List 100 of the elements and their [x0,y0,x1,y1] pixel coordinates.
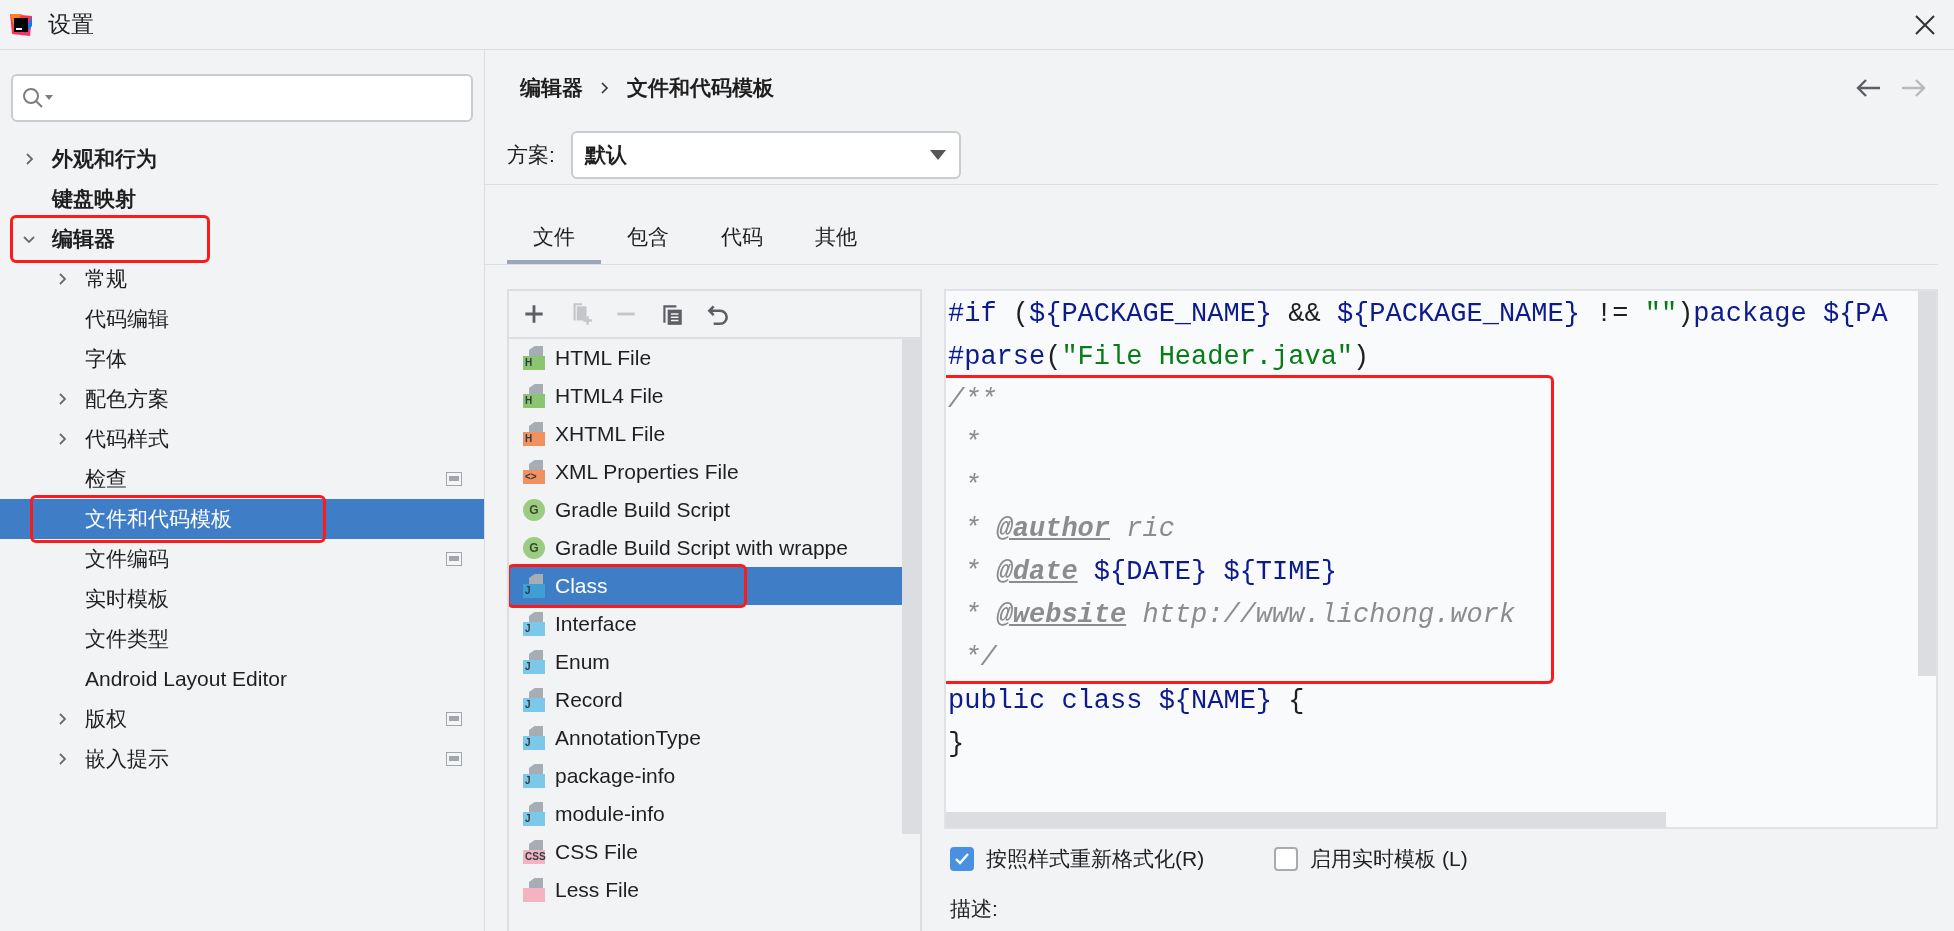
template-item[interactable]: CSS CSS File [509,833,902,871]
template-item[interactable]: H HTML File [509,339,902,377]
scheme-dropdown[interactable]: 默认 [570,130,961,179]
code-line: /** [948,384,998,418]
vertical-scrollbar[interactable] [1918,291,1936,676]
breadcrumb-item: 文件和代码模板 [627,74,774,101]
search-field[interactable] [11,74,473,122]
tree-row[interactable]: 配色方案 [0,379,484,419]
tree-row[interactable]: 文件和代码模板 [0,499,484,539]
horizontal-scrollbar[interactable] [946,812,1666,827]
scheme-label: 方案: [507,141,555,168]
template-item[interactable]: Less File [509,871,902,909]
template-name: Record [555,687,623,714]
tree-row[interactable]: 编辑器 [0,219,484,259]
template-name: Less File [555,877,640,904]
template-item[interactable]: J Record [509,681,902,719]
tree-row[interactable]: Android Layout Editor [0,659,484,699]
template-item[interactable]: <> XML Properties File [509,453,902,491]
scrollbar[interactable] [902,339,920,834]
code-editor[interactable]: #if (${PACKAGE_NAME} && ${PACKAGE_NAME} != "")package ${PA #parse("File Header.java") /** * * * @author ric * @date ${DATE} ${TIME} * @website http://www.lichong.work */ public class ${NAME} { } [944,289,1938,829]
template-name: Class [555,573,608,600]
tree-label: 代码样式 [85,426,169,453]
icon-letter: G [529,504,539,516]
tab[interactable]: 包含 [601,214,695,264]
template-name: AnnotationType [555,725,701,752]
tree-row[interactable]: 代码样式 [0,419,484,459]
icon-letter: J [525,738,531,748]
window-title: 设置 [48,10,95,40]
tree-row[interactable]: 文件类型 [0,619,484,659]
template-item[interactable]: J module-info [509,795,902,833]
template-name: package-info [555,763,676,790]
template-item[interactable]: G Gradle Build Script [509,491,902,529]
tree-row[interactable]: 字体 [0,339,484,379]
template-item[interactable]: H XHTML File [509,415,902,453]
tree-label: 文件类型 [85,626,169,653]
tree-row[interactable]: 版权 [0,699,484,739]
breadcrumb-separator-icon [599,80,611,95]
tree-label: 嵌入提示 [85,746,169,773]
template-name: Enum [555,649,610,676]
checkbox[interactable] [1274,847,1299,871]
code-line: public class ${NAME} { [948,685,1306,719]
project-scope-icon [446,752,462,766]
code-line: * [963,470,982,504]
tree-label: 检查 [85,466,127,493]
checkbox[interactable] [950,847,974,871]
tree-label: 常规 [85,266,127,293]
template-item[interactable]: J package-info [509,757,902,795]
code-line: * @website http://www.lichong.work [963,599,1517,633]
tree-label: 键盘映射 [52,186,136,213]
tree-row[interactable]: 嵌入提示 [0,739,484,779]
tree-label: 文件编码 [85,546,169,573]
template-item[interactable]: J Enum [509,643,902,681]
search-icon [21,86,55,110]
tree-row[interactable]: 检查 [0,459,484,499]
tree-label: 配色方案 [85,386,169,413]
icon-letter: J [525,624,531,634]
tree-row[interactable]: 外观和行为 [0,139,484,179]
checkbox-label: 启用实时模板 (L) [1310,846,1468,873]
project-scope-icon [446,712,462,726]
code-line: } [948,728,966,762]
project-scope-icon [446,552,462,566]
template-item[interactable]: J Interface [509,605,902,643]
check-icon [954,852,970,866]
template-item[interactable]: H HTML4 File [509,377,902,415]
tree-row[interactable]: 常规 [0,259,484,299]
icon-letter: J [525,814,531,824]
tree-row[interactable]: 代码编辑 [0,299,484,339]
template-name: XML Properties File [555,459,739,486]
tree-row[interactable]: 文件编码 [0,539,484,579]
icon-letter: <> [525,472,537,482]
close-icon[interactable] [1914,13,1936,36]
template-item[interactable]: J Class [509,567,902,605]
template-name: module-info [555,801,665,828]
tree-label: 文件和代码模板 [85,506,232,533]
template-item[interactable]: G Gradle Build Script with wrappe [509,529,902,567]
app-logo-icon [8,11,34,38]
description-label: 描述: [949,896,999,922]
code-line: #parse("File Header.java") [948,341,1371,375]
project-scope-icon [446,472,462,486]
breadcrumb-item[interactable]: 编辑器 [520,71,583,104]
icon-letter: H [525,396,533,406]
icon-letter: J [525,700,531,710]
template-name: CSS File [555,839,638,866]
tree-row[interactable]: 键盘映射 [0,179,484,219]
tab[interactable]: 代码 [695,214,789,264]
icon-letter: H [525,434,533,444]
tab[interactable]: 文件 [507,214,601,264]
icon-letter: H [525,358,533,368]
tab[interactable]: 其他 [789,214,883,264]
template-name: HTML4 File [555,383,664,410]
template-name: Interface [555,611,637,638]
template-item[interactable]: J AnnotationType [509,719,902,757]
tree-row[interactable]: 实时模板 [0,579,484,619]
tree-label: Android Layout Editor [85,666,287,693]
icon-letter: G [529,542,539,554]
file-type-icon [523,878,545,902]
code-line: * [963,427,982,461]
icon-letter: J [525,662,531,672]
dropdown-caret-icon [928,148,947,161]
tree-label: 编辑器 [52,226,115,253]
